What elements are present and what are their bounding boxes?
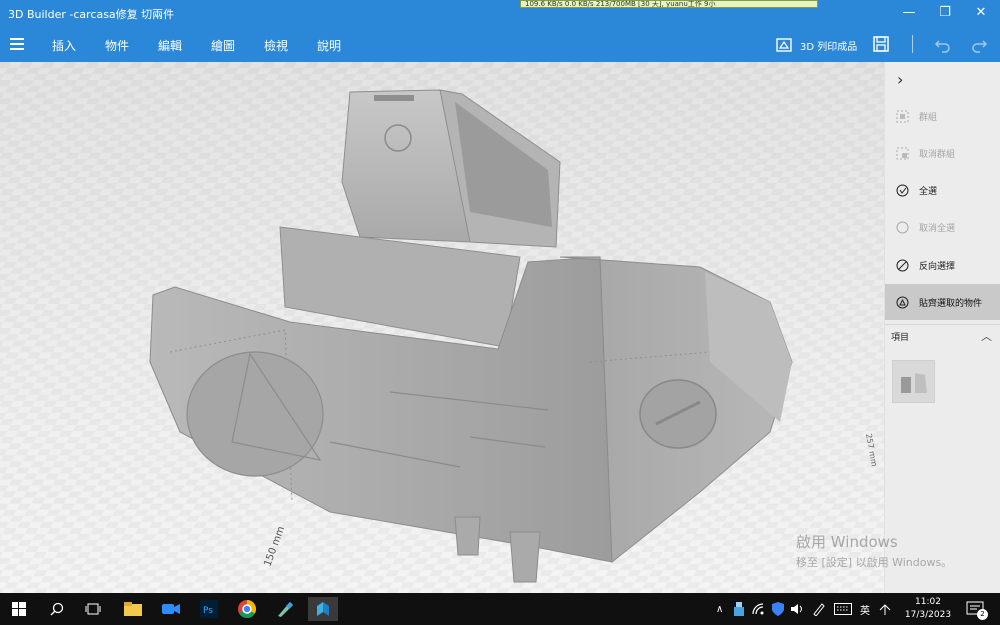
taskbar-zoom[interactable] <box>156 597 186 621</box>
taskbar-photoshop[interactable]: Ps <box>194 597 224 621</box>
print-3d-label: 3D 列印成品 <box>800 41 858 53</box>
chrome-icon <box>238 600 256 618</box>
menu-insert[interactable]: 插入 <box>52 37 76 54</box>
watermark-subtitle: 移至 [設定] 以啟用 Windows。 <box>796 556 953 569</box>
action-group-label: 群組 <box>919 112 938 123</box>
taskbar: Ps ∧ 英 11:02 17/3/2023 2 <box>0 593 1000 625</box>
menu-edit[interactable]: 編輯 <box>158 37 182 54</box>
video-camera-icon <box>162 604 180 614</box>
action-invert-selection-label: 反向選擇 <box>919 261 956 272</box>
snap-icon <box>895 295 909 309</box>
tray-pen-icon[interactable] <box>812 593 826 625</box>
paint-brush-icon <box>278 602 293 617</box>
menu-help[interactable]: 說明 <box>317 37 341 54</box>
invert-selection-icon <box>895 258 909 272</box>
chevron-right-icon[interactable]: › <box>897 70 903 89</box>
close-button[interactable]: ✕ <box>964 0 998 26</box>
tray-ime-mode-icon[interactable] <box>878 593 892 625</box>
action-deselect[interactable]: 取消全選 <box>885 209 1000 245</box>
action-select-all-label: 全選 <box>919 186 938 197</box>
toolbar: 插入 物件 編輯 繪圖 檢視 說明 3D 列印成品 <box>0 26 1000 62</box>
action-select-all[interactable]: 全選 <box>885 172 1000 208</box>
tray-volume-icon[interactable] <box>790 593 804 625</box>
tray-network-icon[interactable] <box>752 593 766 625</box>
action-snap[interactable]: 貼齊選取的物件 <box>885 284 1000 320</box>
chevron-up-icon[interactable]: ︿ <box>981 328 992 344</box>
maximize-icon: ❐ <box>939 5 951 20</box>
action-group[interactable]: 群組 <box>885 98 1000 134</box>
tray-shield-icon[interactable] <box>772 593 784 625</box>
menu-object[interactable]: 物件 <box>105 37 129 54</box>
tray-usb-icon[interactable] <box>734 593 744 625</box>
watermark-title: 啟用 Windows <box>796 533 898 551</box>
search-icon <box>50 602 64 616</box>
action-ungroup[interactable]: 取消群組 <box>885 135 1000 171</box>
action-snap-label: 貼齊選取的物件 <box>919 298 983 309</box>
print-3d-icon <box>776 38 792 52</box>
print-3d-button[interactable]: 3D 列印成品 <box>776 36 857 54</box>
panel-divider <box>885 324 1000 325</box>
group-icon <box>895 109 909 123</box>
window-title: 3D Builder -carcasa修复 切兩件 <box>8 8 175 21</box>
taskbar-3d-builder[interactable] <box>308 597 338 621</box>
activation-watermark: 啟用 Windows 移至 [設定] 以啟用 Windows。 <box>796 531 952 570</box>
windows-logo-icon <box>12 602 26 616</box>
photoshop-icon: Ps <box>200 600 218 618</box>
tray-chevron-up-icon[interactable]: ∧ <box>716 593 723 625</box>
tray-ime-lang[interactable]: 英 <box>860 593 870 625</box>
taskbar-clock[interactable]: 11:02 17/3/2023 <box>900 596 956 622</box>
title-bar: 3D Builder -carcasa修复 切兩件 109.6 KB/s 0.0… <box>0 0 1000 26</box>
clock-time: 11:02 <box>915 597 941 607</box>
scene-canvas[interactable]: 150 mm 257 mm <box>0 62 884 593</box>
minimize-button[interactable]: — <box>892 0 926 26</box>
action-deselect-label: 取消全選 <box>919 223 956 234</box>
select-all-icon <box>895 183 909 197</box>
deselect-icon <box>895 220 909 234</box>
hamburger-menu-icon[interactable] <box>10 38 24 50</box>
tray-keyboard-icon[interactable] <box>834 593 852 625</box>
action-ungroup-label: 取消群組 <box>919 149 956 160</box>
folder-icon <box>124 602 142 616</box>
search-button[interactable] <box>42 597 72 621</box>
menu-view[interactable]: 檢視 <box>264 37 288 54</box>
object-thumbnail[interactable] <box>892 360 935 403</box>
start-button[interactable] <box>4 597 34 621</box>
task-view-icon <box>85 603 101 615</box>
maximize-button[interactable]: ❐ <box>928 0 962 26</box>
ungroup-icon <box>895 146 909 160</box>
toolbar-separator <box>912 35 913 53</box>
svg-text:Ps: Ps <box>203 606 213 616</box>
notification-badge: 2 <box>977 609 988 620</box>
right-panel: › 群組 取消群組 全選 取消全選 反向選擇 貼齊選取的物件 項目 ︿ <box>884 62 1000 593</box>
network-meter: 109.6 KB/s 0.0 KB/s 213/700MB [30 天], yu… <box>520 0 818 8</box>
close-icon: ✕ <box>975 5 987 20</box>
items-section-title: 項目 <box>891 333 910 343</box>
taskbar-paint-app[interactable] <box>270 597 300 621</box>
taskbar-chrome[interactable] <box>232 597 262 621</box>
redo-icon[interactable] <box>970 35 988 53</box>
task-view-button[interactable] <box>78 597 108 621</box>
action-invert-selection[interactable]: 反向選擇 <box>885 247 1000 283</box>
minimize-icon: — <box>902 5 916 20</box>
taskbar-file-explorer[interactable] <box>118 597 148 621</box>
save-icon[interactable] <box>872 35 890 53</box>
3d-viewport[interactable]: 150 mm 257 mm <box>0 62 884 593</box>
network-meter-text: 109.6 KB/s 0.0 KB/s 213/700MB [30 天], yu… <box>525 0 716 8</box>
3d-builder-icon <box>317 602 329 616</box>
clock-date: 17/3/2023 <box>904 610 952 620</box>
notification-center-button[interactable]: 2 <box>966 600 988 620</box>
undo-icon[interactable] <box>934 35 952 53</box>
menu-paint[interactable]: 繪圖 <box>211 37 235 54</box>
